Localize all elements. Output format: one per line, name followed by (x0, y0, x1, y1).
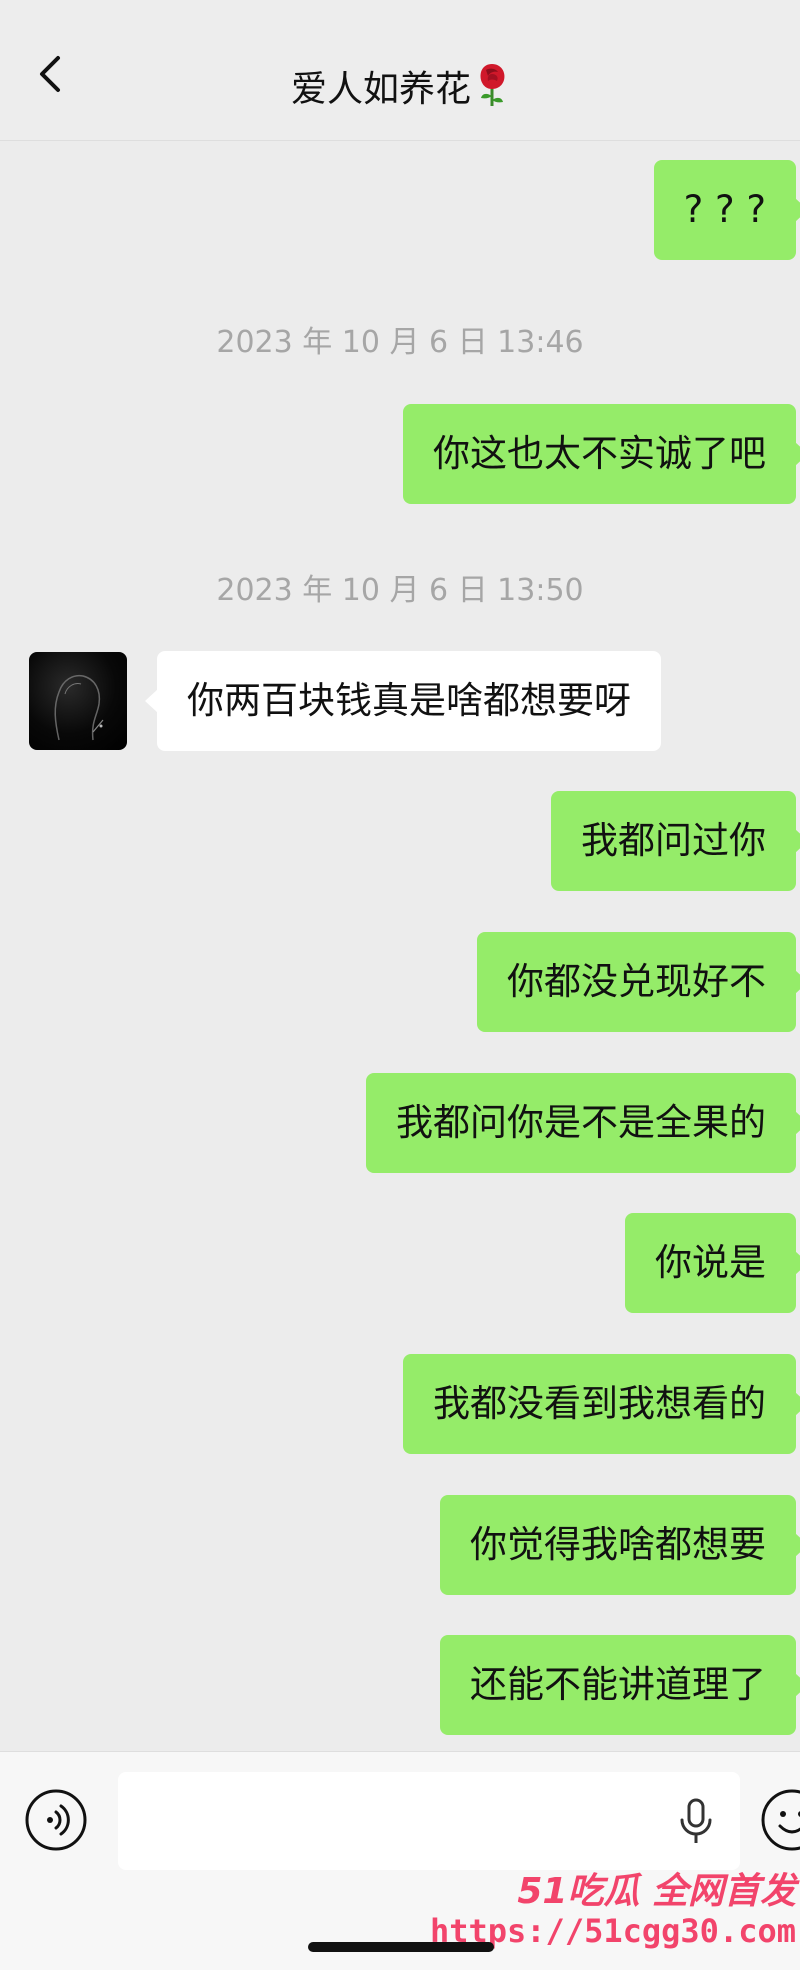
message-text: ? ? ? (683, 188, 766, 231)
avatar[interactable] (29, 652, 127, 750)
message-text: 你两百块钱真是啥都想要呀 (187, 679, 631, 722)
timestamp: 2023 年 10 月 6 日 13:46 (216, 325, 584, 360)
chat-area[interactable]: ? ? ? 2023 年 10 月 6 日 13:46 你这也太不实诚了吧 20… (0, 141, 800, 1751)
input-bar: 51吃瓜 全网首发 https://51cgg30.com (0, 1751, 800, 1970)
avatar-silhouette-icon (54, 674, 104, 741)
message-bubble-outgoing[interactable]: 你觉得我啥都想要 (440, 1495, 800, 1595)
message-text: 我都没看到我想看的 (433, 1382, 766, 1425)
rose-icon (475, 60, 509, 122)
message-text: 你觉得我啥都想要 (470, 1523, 766, 1566)
watermark-brand: 51吃瓜 全网首发 (517, 1871, 796, 1912)
chat-title-wrap[interactable]: 爱人如养花 (0, 60, 800, 122)
home-indicator[interactable] (308, 1942, 494, 1952)
watermark: 51吃瓜 全网首发 https://51cgg30.com (430, 1862, 800, 1962)
message-text: 你这也太不实诚了吧 (433, 432, 766, 475)
timestamp: 2023 年 10 月 6 日 13:50 (216, 573, 584, 608)
message-text: 我都问你是不是全果的 (396, 1101, 766, 1144)
message-text: 还能不能讲道理了 (470, 1663, 766, 1706)
message-bubble-outgoing[interactable]: 我都问过你 (551, 791, 800, 891)
chat-header: 爱人如养花 (0, 0, 800, 141)
message-bubble-outgoing[interactable]: 我都问你是不是全果的 (366, 1073, 800, 1173)
message-bubble-outgoing[interactable]: 我都没看到我想看的 (403, 1354, 800, 1454)
message-text: 我都问过你 (581, 819, 766, 862)
message-bubble-outgoing[interactable]: 你都没兑现好不 (477, 932, 800, 1032)
voice-icon (25, 1789, 87, 1851)
message-bubble-outgoing[interactable]: ? ? ? (653, 160, 800, 260)
emoji-button[interactable] (760, 1788, 800, 1852)
message-bubble-incoming[interactable]: 你两百块钱真是啥都想要呀 (145, 651, 661, 751)
emoji-icon (761, 1789, 800, 1851)
microphone-button[interactable] (674, 1797, 718, 1847)
message-bubble-outgoing[interactable]: 你说是 (625, 1213, 800, 1313)
message-text: 你说是 (655, 1241, 766, 1284)
message-input[interactable] (118, 1772, 740, 1870)
voice-button[interactable] (24, 1788, 88, 1852)
message-text: 你都没兑现好不 (507, 960, 766, 1003)
chat-title: 爱人如养花 (290, 69, 471, 110)
microphone-icon (680, 1798, 712, 1843)
message-bubble-outgoing[interactable]: 你这也太不实诚了吧 (403, 404, 800, 504)
message-bubble-outgoing[interactable]: 还能不能讲道理了 (440, 1635, 800, 1735)
